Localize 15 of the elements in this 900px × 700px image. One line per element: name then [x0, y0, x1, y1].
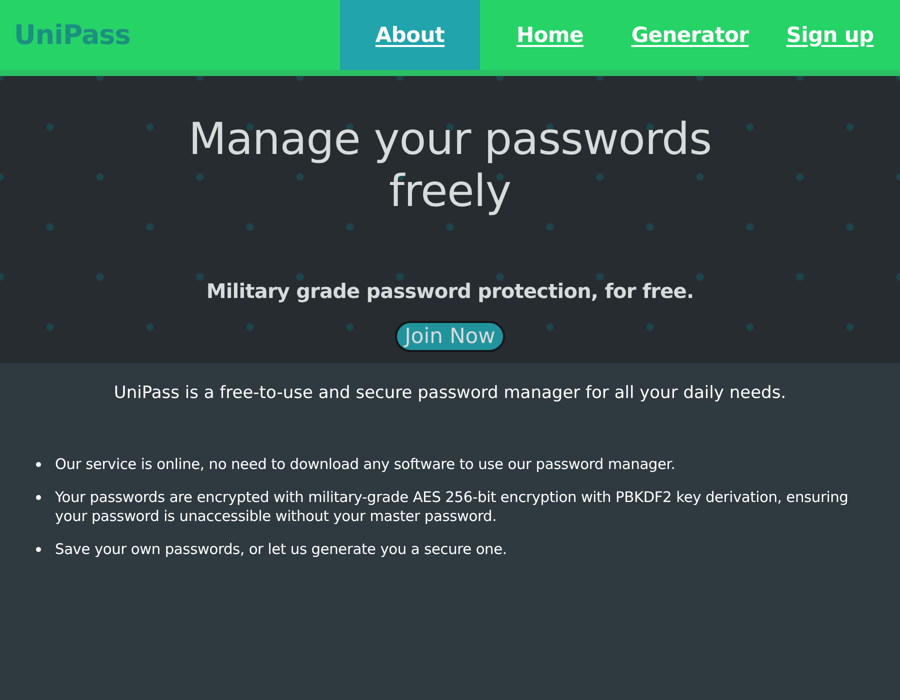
nav-link[interactable]: Home	[480, 0, 620, 70]
feature-text: Your passwords are encrypted with military-grade AES 256-bit encryption with PBKDF2 key derivation, ensuring your password is unaccessible without your master password.	[55, 488, 850, 526]
feature-text: Our service is online, no need to download any software to use our password manager.	[55, 455, 676, 474]
feature-text: Save your own passwords, or let us generate you a secure one.	[55, 540, 507, 559]
intro-text: UniPass is a free-to-use and secure password manager for all your daily needs.	[112, 383, 788, 403]
nav-link[interactable]: About	[340, 0, 480, 70]
hero-subtitle: Military grade password protection, for free.	[206, 279, 694, 303]
nav-link[interactable]: Generator	[620, 0, 760, 70]
bullet-icon	[36, 547, 41, 552]
bullet-icon	[36, 462, 41, 467]
hero-title: Manage your passwords freely	[188, 114, 712, 218]
nav-link[interactable]: Sign up	[760, 0, 900, 70]
logo-text[interactable]: UniPass	[14, 20, 130, 50]
bullet-icon	[36, 495, 41, 500]
join-now-button[interactable]: Join Now	[394, 321, 506, 352]
